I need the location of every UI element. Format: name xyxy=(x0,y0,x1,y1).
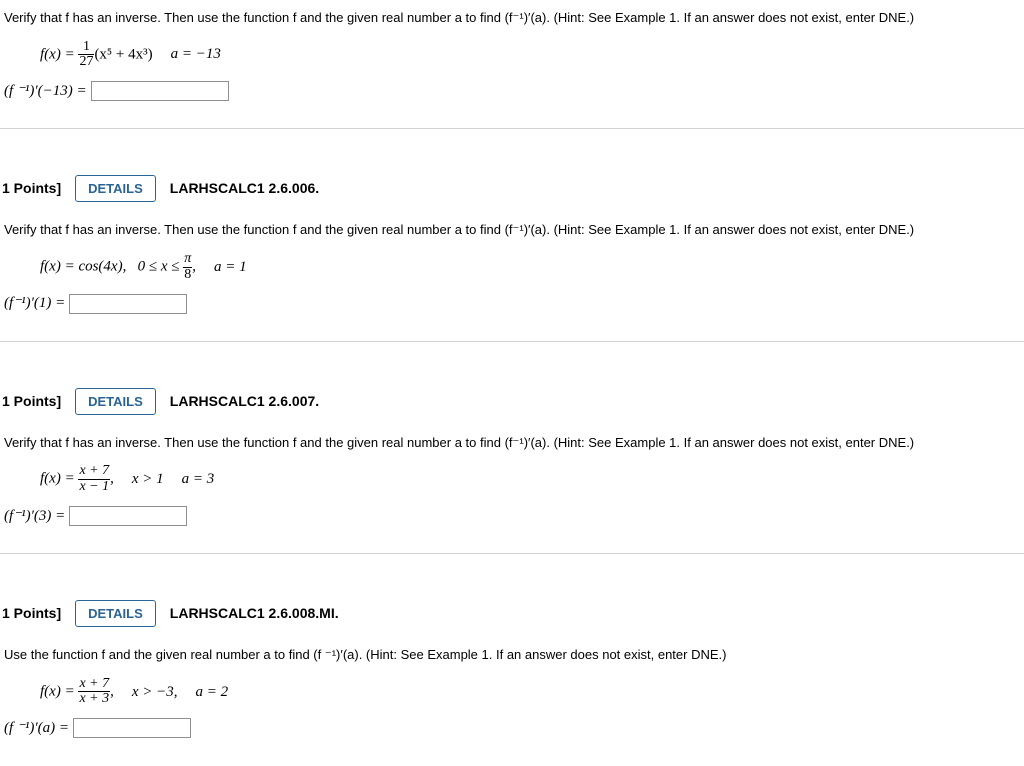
points-label: 1 Points] xyxy=(2,603,61,624)
question-header: 1 Points] DETAILS LARHSCALC1 2.6.006. xyxy=(0,169,1024,212)
formula: f(x) = x + 7x − 1, x > 1 a = 3 xyxy=(2,460,1022,502)
question-id: LARHSCALC1 2.6.008.MI. xyxy=(170,603,339,624)
answer-label: (f ⁻¹)′(−13) = xyxy=(4,80,87,103)
question-header: 1 Points] DETAILS LARHSCALC1 2.6.008.MI. xyxy=(0,594,1024,637)
answer-row: (f⁻¹)′(3) = xyxy=(2,503,1022,536)
question-text: Use the function f and the given real nu… xyxy=(2,643,1022,673)
answer-input[interactable] xyxy=(69,294,187,314)
question-text: Verify that f has an inverse. Then use t… xyxy=(2,218,1022,248)
answer-input[interactable] xyxy=(69,506,187,526)
question-id: LARHSCALC1 2.6.007. xyxy=(170,391,319,412)
answer-row: (f⁻¹)′(1) = xyxy=(2,290,1022,323)
formula: f(x) = cos(4x), 0 ≤ x ≤ π8, a = 1 xyxy=(2,248,1022,290)
question-header: 1 Points] DETAILS LARHSCALC1 2.6.007. xyxy=(0,382,1024,425)
formula: f(x) = x + 7x + 3, x > −3, a = 2 xyxy=(2,673,1022,715)
answer-row: (f ⁻¹)′(−13) = xyxy=(2,78,1022,111)
details-button[interactable]: DETAILS xyxy=(75,388,156,415)
question-block: Verify that f has an inverse. Then use t… xyxy=(0,425,1024,554)
question-text: Verify that f has an inverse. Then use t… xyxy=(2,6,1022,36)
answer-input[interactable] xyxy=(73,718,191,738)
answer-input[interactable] xyxy=(91,81,229,101)
answer-label: (f⁻¹)′(1) = xyxy=(4,292,65,315)
question-id: LARHSCALC1 2.6.006. xyxy=(170,178,319,199)
details-button[interactable]: DETAILS xyxy=(75,600,156,627)
formula: f(x) = 127(x⁵ + 4x³) a = −13 xyxy=(2,36,1022,78)
answer-label: (f⁻¹)′(3) = xyxy=(4,505,65,528)
answer-label: (f ⁻¹)′(a) = xyxy=(4,717,69,740)
question-text: Verify that f has an inverse. Then use t… xyxy=(2,431,1022,461)
points-label: 1 Points] xyxy=(2,178,61,199)
question-block: Verify that f has an inverse. Then use t… xyxy=(0,0,1024,129)
details-button[interactable]: DETAILS xyxy=(75,175,156,202)
question-block: Use the function f and the given real nu… xyxy=(0,637,1024,765)
answer-row: (f ⁻¹)′(a) = xyxy=(2,715,1022,748)
points-label: 1 Points] xyxy=(2,391,61,412)
question-block: Verify that f has an inverse. Then use t… xyxy=(0,212,1024,341)
